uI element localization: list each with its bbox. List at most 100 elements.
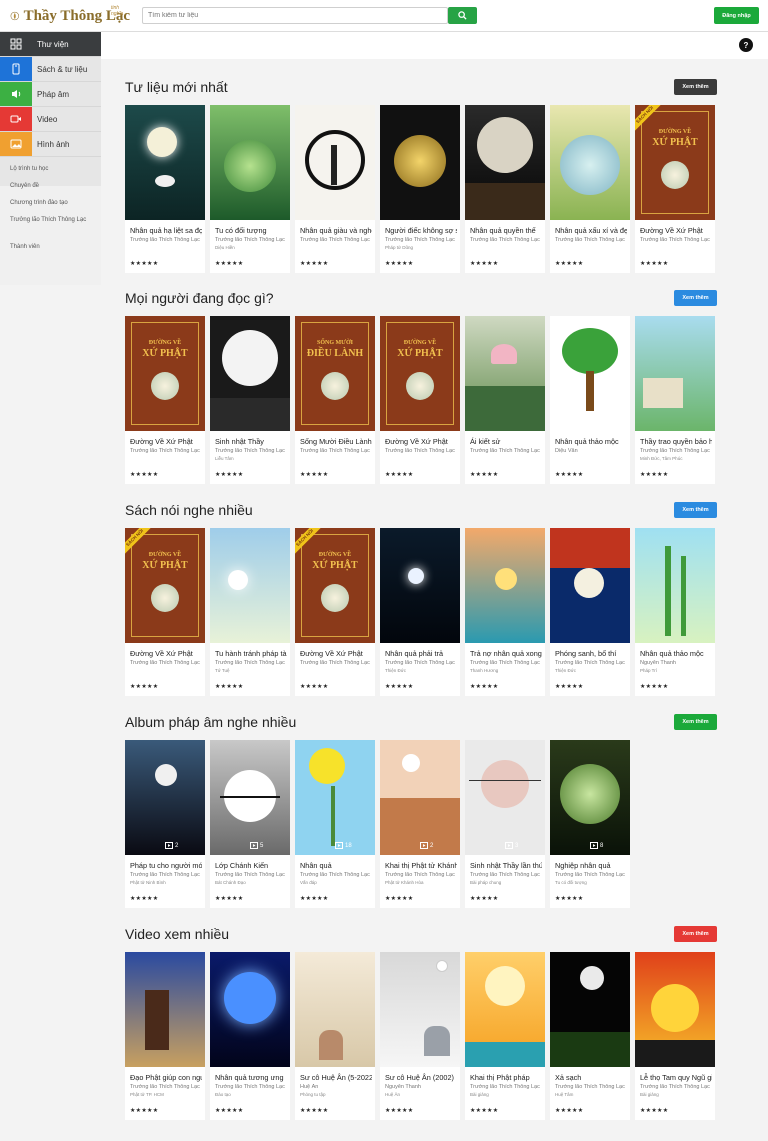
media-card[interactable]: Lễ thọ Tam quy Ngũ giới Trưởng lão Thích … — [635, 952, 715, 1120]
card-thumbnail[interactable] — [210, 528, 290, 643]
card-title[interactable]: Sư cô Huệ Ân (5-2022) — [300, 1073, 372, 1082]
sidebar-item-0[interactable]: Thư viện — [0, 32, 101, 57]
media-card[interactable]: Thầy trao quyền bảo hộ Trưởng lão Thích T… — [635, 316, 715, 484]
card-title[interactable]: Đường Về Xứ Phật — [640, 226, 712, 235]
card-title[interactable]: Nhân quả thảo mộc — [555, 437, 627, 446]
card-thumbnail[interactable] — [380, 952, 460, 1067]
card-thumbnail[interactable] — [550, 952, 630, 1067]
card-thumbnail[interactable] — [210, 952, 290, 1067]
card-thumbnail[interactable] — [635, 528, 715, 643]
media-card[interactable]: Đạo Phật giúp con người Trưởng lão Thích … — [125, 952, 205, 1120]
card-thumbnail[interactable] — [380, 105, 460, 220]
media-card[interactable]: Xả sạch Trưởng lão Thích Thông Lạc Huệ Tâm… — [550, 952, 630, 1120]
card-title[interactable]: Nhân quả giàu và nghèo — [300, 226, 372, 235]
card-thumbnail[interactable] — [550, 105, 630, 220]
media-card[interactable]: Phóng sanh, bố thí Trưởng lão Thích Thông… — [550, 528, 630, 696]
media-card[interactable]: Sinh nhật Thầy Trưởng lão Thích Thông Lạc… — [210, 316, 290, 484]
card-title[interactable]: Trả nợ nhân quả xong — [470, 649, 542, 658]
media-card[interactable]: 5 Lớp Chánh Kiến Trưởng lão Thích Thông Lạ… — [210, 740, 290, 908]
media-card[interactable]: Nhân quả xấu xí và đẹp Trưởng lão Thích T… — [550, 105, 630, 273]
sidebar-sub-item[interactable]: Chuyên đề — [10, 182, 96, 190]
card-thumbnail[interactable] — [465, 952, 545, 1067]
media-card[interactable]: 18 Nhân quả Trưởng lão Thích Thông Lạc Vấn … — [295, 740, 375, 908]
media-card[interactable]: Nhân quả tương ưng Trưởng lão Thích Thông… — [210, 952, 290, 1120]
card-title[interactable]: Nhân quả thảo mộc — [640, 649, 712, 658]
media-card[interactable]: Nhân quả quyền thế Trưởng lão Thích Thông… — [465, 105, 545, 273]
card-title[interactable]: Đường Về Xứ Phật — [130, 649, 202, 658]
card-title[interactable]: Nhân quả xấu xí và đẹp — [555, 226, 627, 235]
card-thumbnail[interactable] — [295, 952, 375, 1067]
card-title[interactable]: Sư cô Huệ Ân (2002) — [385, 1073, 457, 1082]
media-card[interactable]: Khai thị Phật pháp Trưởng lão Thích Thông… — [465, 952, 545, 1120]
card-thumbnail[interactable]: ĐƯỜNG VỀ XỨ PHẬT SÁCH NÓI — [125, 528, 205, 643]
card-thumbnail[interactable] — [635, 952, 715, 1067]
sidebar-item-4[interactable]: Hình ảnh — [0, 132, 101, 157]
card-title[interactable]: Xả sạch — [555, 1073, 627, 1082]
see-more-button[interactable]: Xem thêm — [674, 714, 717, 730]
card-thumbnail[interactable]: 18 — [295, 740, 375, 855]
sidebar-item-2[interactable]: Pháp âm — [0, 82, 101, 107]
card-title[interactable]: Pháp tu cho người mới — [130, 861, 202, 870]
card-thumbnail[interactable]: ĐƯỜNG VỀ XỨ PHẬT — [125, 316, 205, 431]
sidebar-sub-item[interactable]: Lộ trình tu học — [10, 165, 96, 173]
card-thumbnail[interactable]: ĐƯỜNG VỀ XỨ PHẬT SÁCH NÓI — [635, 105, 715, 220]
media-card[interactable]: 2 Khai thị Phật tử Khánh Hòa Trưởng lão Th… — [380, 740, 460, 908]
media-card[interactable]: Trả nợ nhân quả xong Trưởng lão Thích Thô… — [465, 528, 545, 696]
media-card[interactable]: Nhân quả giàu và nghèo Trưởng lão Thích T… — [295, 105, 375, 273]
card-thumbnail[interactable] — [380, 528, 460, 643]
sidebar-sub-item[interactable]: Trưởng lão Thích Thông Lạc — [10, 216, 96, 224]
card-title[interactable]: Sinh nhật Thầy — [215, 437, 287, 446]
card-thumbnail[interactable]: 8 — [550, 740, 630, 855]
card-title[interactable]: Tu có đối tượng — [215, 226, 287, 235]
card-title[interactable]: Đạo Phật giúp con người — [130, 1073, 202, 1082]
card-title[interactable]: Tu hành tránh pháp tà — [215, 649, 287, 658]
media-card[interactable]: 8 Nghiệp nhân quả Trưởng lão Thích Thông L… — [550, 740, 630, 908]
card-title[interactable]: Người điếc không sợ súng — [385, 226, 457, 235]
media-card[interactable]: Nhân quả thảo mộc Nguyên Thanh Pháp Trí ★★★… — [635, 528, 715, 696]
help-icon[interactable]: ? — [739, 38, 753, 52]
card-thumbnail[interactable] — [465, 316, 545, 431]
media-card[interactable]: Ái kiết sử Trưởng lão Thích Thông Lạc ★★★★… — [465, 316, 545, 484]
card-title[interactable]: Nhân quả phải trả — [385, 649, 457, 658]
card-thumbnail[interactable] — [550, 316, 630, 431]
card-thumbnail[interactable]: ĐƯỜNG VỀ XỨ PHẬT SÁCH NÓI — [295, 528, 375, 643]
card-thumbnail[interactable] — [125, 105, 205, 220]
sidebar-item-3[interactable]: Video — [0, 107, 101, 132]
card-thumbnail[interactable]: 2 — [380, 740, 460, 855]
card-title[interactable]: Thầy trao quyền bảo hộ — [640, 437, 712, 446]
media-card[interactable]: Người điếc không sợ súng Trưởng lão Thích… — [380, 105, 460, 273]
card-title[interactable]: Khai thị Phật pháp — [470, 1073, 542, 1082]
card-thumbnail[interactable] — [295, 105, 375, 220]
card-thumbnail[interactable]: 2 — [125, 740, 205, 855]
media-card[interactable]: ĐƯỜNG VỀ XỨ PHẬT Đường Về Xứ Phật Trưởng lã… — [125, 316, 205, 484]
card-thumbnail[interactable] — [465, 105, 545, 220]
card-title[interactable]: Nhân quả quyền thế — [470, 226, 542, 235]
card-thumbnail[interactable] — [550, 528, 630, 643]
card-thumbnail[interactable]: 5 — [210, 740, 290, 855]
card-thumbnail[interactable] — [465, 528, 545, 643]
see-more-button[interactable]: Xem thêm — [674, 290, 717, 306]
media-card[interactable]: 3 Sinh nhật Thầy lần thứ Trưởng lão Thích … — [465, 740, 545, 908]
card-thumbnail[interactable] — [210, 316, 290, 431]
sidebar-sub-item[interactable]: Thành viên — [10, 243, 96, 251]
search-input[interactable] — [142, 7, 448, 24]
card-title[interactable]: Nhân quả hạ liệt sa đọa — [130, 226, 202, 235]
card-title[interactable]: Lễ thọ Tam quy Ngũ giới — [640, 1073, 712, 1082]
sidebar-item-1[interactable]: Sách & tư liệu — [0, 57, 101, 82]
card-thumbnail[interactable]: 3 — [465, 740, 545, 855]
site-logo[interactable]: Thầy Thông Lạc tinh nghĩa — [10, 3, 130, 29]
media-card[interactable]: ĐƯỜNG VỀ XỨ PHẬT SÁCH NÓI Đường Về Xứ Phật T… — [295, 528, 375, 696]
media-card[interactable]: Tu hành tránh pháp tà Trưởng lão Thích Th… — [210, 528, 290, 696]
media-card[interactable]: Nhân quả thảo mộc Diệu Vân ★★★★★ — [550, 316, 630, 484]
media-card[interactable]: ĐƯỜNG VỀ XỨ PHẬT SÁCH NÓI Đường Về Xứ Phật T… — [125, 528, 205, 696]
card-title[interactable]: Phóng sanh, bố thí — [555, 649, 627, 658]
media-card[interactable]: ĐƯỜNG VỀ XỨ PHẬT Đường Về Xứ Phật Trưởng lã… — [380, 316, 460, 484]
login-button[interactable]: Đăng nhập — [714, 7, 759, 24]
card-title[interactable]: Khai thị Phật tử Khánh Hòa — [385, 861, 457, 870]
see-more-button[interactable]: Xem thêm — [674, 79, 717, 95]
card-title[interactable]: Sinh nhật Thầy lần thứ — [470, 861, 542, 870]
card-title[interactable]: Nhân quả tương ưng — [215, 1073, 287, 1082]
see-more-button[interactable]: Xem thêm — [674, 502, 717, 518]
card-thumbnail[interactable] — [125, 952, 205, 1067]
card-title[interactable]: Đường Về Xứ Phật — [300, 649, 372, 658]
